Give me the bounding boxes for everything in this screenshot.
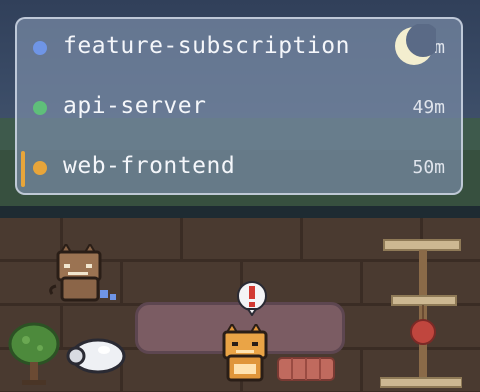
window-sill xyxy=(0,206,480,218)
session-time: 49m xyxy=(412,97,445,118)
session-name: web-frontend xyxy=(63,153,236,179)
orange-cat xyxy=(222,324,268,382)
exclamation-bubble-icon xyxy=(237,281,267,316)
brown-cat xyxy=(49,244,116,302)
session-name: api-server xyxy=(63,93,207,119)
cushion-toy xyxy=(277,357,335,381)
status-dot xyxy=(33,41,47,55)
moon-icon xyxy=(395,24,436,65)
bonsai-tree xyxy=(8,322,60,385)
session-row-web-frontend[interactable]: web-frontend 50m xyxy=(17,139,461,197)
status-dot xyxy=(33,101,47,115)
sleeping-sheep xyxy=(66,338,126,374)
cat-tower xyxy=(380,239,462,388)
session-row-api-server[interactable]: api-server 49m xyxy=(17,79,461,137)
session-time: 50m xyxy=(412,157,445,178)
session-name: feature-subscription xyxy=(63,33,350,59)
active-indicator xyxy=(21,151,25,187)
status-dot xyxy=(33,161,47,175)
